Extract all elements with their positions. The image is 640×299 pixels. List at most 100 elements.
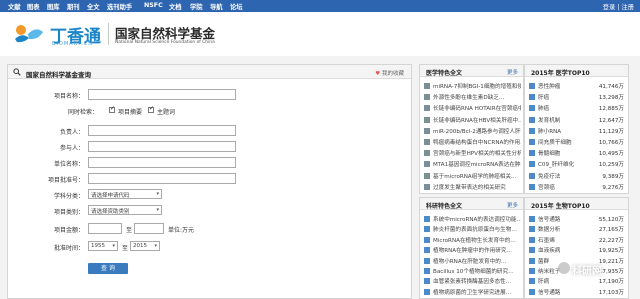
discipline-select[interactable]: 请选择申请代码 ▾ — [88, 189, 162, 199]
search-panel: 国家自然科学基金查询 ♥ 我的收藏 项目名称： 同时检索： 项目摘要 主题词 负… — [7, 64, 412, 299]
list-item-value: 12,885万 — [598, 106, 624, 113]
article-list-item[interactable]: 基于microRNA组学的肺癌相关… — [424, 172, 521, 181]
list-item-value: 22,227万 — [598, 237, 624, 244]
year-to-select[interactable]: 2015 ▾ — [130, 241, 160, 251]
article-list-item[interactable]: miRNA-7抑制BGI-1细胞的增殖和侵袭… — [424, 82, 521, 91]
project-name-input[interactable] — [88, 89, 236, 100]
research-more-link[interactable]: 更多 — [507, 201, 518, 209]
nav-xueyuan[interactable]: 学院 — [190, 2, 203, 11]
list-bullet-icon — [529, 278, 535, 285]
top10-list-item[interactable]: 信号通路 55,120万 — [529, 215, 626, 224]
nav-wenxian[interactable]: 文献 — [8, 2, 21, 11]
top10-list-item[interactable]: 宫颈癌 9,276万 — [529, 183, 626, 192]
heart-icon: ♥ — [375, 71, 381, 77]
nav-wendang[interactable]: 文档 — [169, 2, 182, 11]
medical-top10-header: 2015年 医学TOP10 — [525, 65, 628, 77]
list-item-text: miRNA-7抑制BGI-1细胞的增殖和侵袭… — [433, 84, 521, 90]
nav-tuku[interactable]: 图库 — [47, 2, 60, 11]
top10-list-item[interactable]: 免疫疗法 9,389万 — [529, 172, 626, 181]
article-list-item[interactable]: 植物病原菌的卫生学研究进展… — [424, 288, 521, 297]
login-register-link[interactable]: 登录 | 注册 — [603, 2, 634, 11]
search-button[interactable]: 查 询 — [88, 263, 128, 274]
top10-list-item[interactable]: 间充质干细胞 10,766万 — [529, 138, 626, 147]
top10-list-item[interactable]: 石墨烯 22,227万 — [529, 236, 626, 245]
chevron-down-icon: ▾ — [112, 243, 115, 249]
list-bullet-icon — [424, 105, 430, 112]
amount-max-input[interactable] — [134, 223, 164, 234]
list-item-value: 19,925万 — [598, 248, 624, 255]
top-navigation-bar: 文献 图表 图库 期刊 全文 选刊助手 NSFC 文档 学院 导航 论坛 登录 … — [0, 0, 640, 12]
list-bullet-icon — [424, 94, 430, 101]
article-list-item[interactable]: MTA1基因调控microRNA表达在肿瘤… — [424, 160, 521, 169]
grant-number-input[interactable] — [88, 173, 236, 184]
nav-nsfc[interactable]: NSFC — [144, 2, 163, 9]
leader-input[interactable] — [88, 125, 236, 136]
list-item-text: 发育机制 — [538, 117, 561, 124]
scope-label: 同时检索： — [68, 109, 99, 116]
category-select[interactable]: 请选择资助类别 ▾ — [88, 205, 162, 215]
top10-list-item[interactable]: 数据分析 27,165万 — [529, 225, 626, 234]
medical-articles-header: 医学特色全文 更多 — [420, 65, 523, 77]
unit-input[interactable] — [88, 157, 236, 168]
amount-min-input[interactable] — [88, 223, 122, 234]
article-list-item[interactable]: 鸭瘟病毒结构蛋白中NCRNA的作用… — [424, 138, 521, 147]
favorite-link[interactable]: ♥ 我的收藏 — [375, 69, 404, 77]
list-bullet-icon — [424, 236, 430, 243]
article-list-item[interactable]: 宫颈癌与新型HPV相关的相关性分析… — [424, 149, 521, 158]
article-list-item[interactable]: 植物小RNA在肝脏发育中的… — [424, 257, 521, 266]
top10-list-item[interactable]: 肝病 17,190万 — [529, 277, 626, 286]
top10-list-item[interactable]: 肺癌 12,885万 — [529, 104, 626, 113]
year-to-value: 2015 — [133, 243, 147, 249]
list-bullet-icon — [529, 257, 535, 264]
nav-tubiao[interactable]: 图表 — [27, 2, 40, 11]
list-bullet-icon — [529, 247, 535, 254]
article-list-item[interactable]: miR-200b/Bcl-2通路参与调控人肝… — [424, 127, 521, 136]
list-bullet-icon — [529, 94, 535, 101]
chevron-down-icon: ▾ — [154, 243, 157, 249]
nav-daohang[interactable]: 导航 — [210, 2, 223, 11]
top10-list-item[interactable]: 信号通路 17,103万 — [529, 288, 626, 297]
nav-quanwen[interactable]: 全文 — [87, 2, 100, 11]
list-bullet-icon — [424, 161, 430, 168]
list-item-text: 植物病原菌的卫生学研究进展… — [433, 289, 512, 296]
article-list-item[interactable]: 肺炎杆菌的表面抗原蛋白与生物… — [424, 225, 521, 234]
list-item-text: 血管紧张素转换酶基因多态性… — [433, 279, 512, 286]
amount-unit-label: 单位:万元 — [168, 227, 195, 234]
research-articles-title: 科研特色全文 — [426, 203, 463, 210]
top10-list-item[interactable]: 恶性肿瘤 41,746万 — [529, 82, 626, 91]
nav-xuankan[interactable]: 选刊助手 — [107, 2, 132, 11]
nav-qikan[interactable]: 期刊 — [67, 2, 80, 11]
watermark-text: 科研网 — [572, 266, 602, 277]
top10-list-item[interactable]: 肺小RNA 11,129万 — [529, 127, 626, 136]
article-list-item[interactable]: Bacillus 10个植物细菌的研究… — [424, 267, 521, 276]
project-name-label: 项目名称： — [53, 93, 84, 100]
list-bullet-icon — [529, 83, 535, 89]
list-item-text: 长链非编码RNA在HBV相关肝癌中… — [433, 117, 521, 124]
article-list-item[interactable]: 外源性多酚在维生素D缺乏… — [424, 93, 521, 102]
top10-list-item[interactable]: 骨髓细胞 10,495万 — [529, 149, 626, 158]
top10-list-item[interactable]: 肝癌 13,298万 — [529, 93, 626, 102]
top10-list-item[interactable]: 血液疾病 19,925万 — [529, 246, 626, 255]
medical-more-link[interactable]: 更多 — [507, 68, 518, 76]
list-item-value: 41,746万 — [598, 84, 624, 90]
list-bullet-icon — [424, 172, 430, 179]
article-list-item[interactable]: 系统中microRNA的表达调控功能… — [424, 215, 521, 224]
article-list-item[interactable]: 植物RNA在肿瘤中的作用研究… — [424, 246, 521, 255]
top10-list-item[interactable]: 发育机制 12,647万 — [529, 116, 626, 125]
research-articles-panel: 科研特色全文 更多 系统中microRNA的表达调控功能… 肺炎杆菌的表面抗原蛋白… — [419, 197, 524, 299]
nav-luntan[interactable]: 论坛 — [230, 2, 243, 11]
article-list-item[interactable]: 长链非编码RNA在HBV相关肝癌中… — [424, 116, 521, 125]
list-bullet-icon — [424, 127, 430, 134]
article-list-item[interactable]: 过度发生聚带表达的相关研究 — [424, 183, 521, 192]
scope-abstract-checkbox[interactable] — [109, 105, 115, 113]
article-list-item[interactable]: MicroRNA在植物生长发育中的… — [424, 236, 521, 245]
scope-keyword-checkbox[interactable] — [148, 105, 154, 113]
top10-list-item[interactable]: C09_肝纤维化 10,259万 — [529, 160, 626, 169]
member-input[interactable] — [88, 141, 236, 152]
year-from-select[interactable]: 1955 ▾ — [88, 241, 118, 251]
article-list-item[interactable]: 长链非编码RNA HOTAIR在宫颈癌中… — [424, 104, 521, 113]
list-bullet-icon — [424, 150, 430, 157]
list-item-text: 石墨烯 — [538, 237, 555, 244]
list-item-text: 过度发生聚带表达的相关研究 — [433, 184, 506, 191]
article-list-item[interactable]: 血管紧张素转换酶基因多态性… — [424, 277, 521, 286]
